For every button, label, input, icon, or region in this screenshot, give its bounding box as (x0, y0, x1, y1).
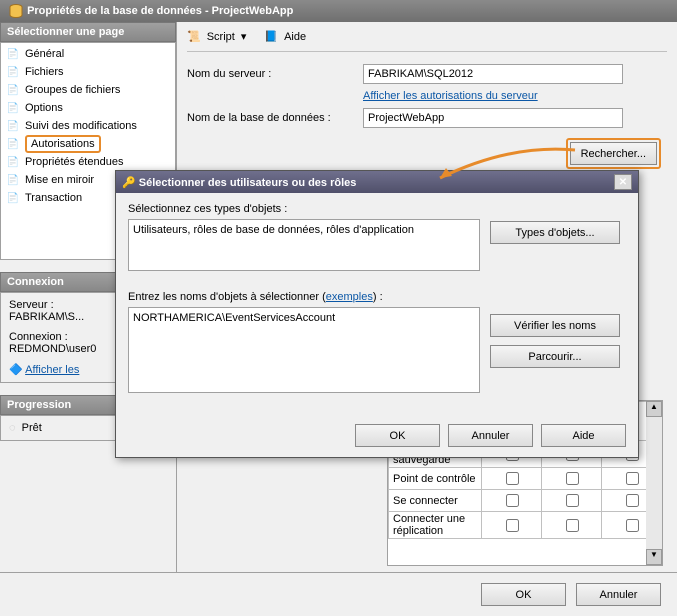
script-label[interactable]: Script (207, 31, 235, 43)
server-name-input[interactable] (363, 64, 623, 84)
scroll-down-icon[interactable]: ▼ (646, 549, 662, 565)
window-title: Propriétés de la base de données - Proje… (27, 5, 293, 17)
view-conn-props-link[interactable]: Afficher les (25, 364, 79, 376)
db-name-label: Nom de la base de données : (187, 112, 355, 124)
object-types-box: Utilisateurs, rôles de base de données, … (128, 219, 480, 271)
tree-item-proprietes[interactable]: 📄Propriétés étendues (1, 153, 175, 171)
perm-checkbox[interactable] (506, 472, 519, 485)
object-types-button[interactable]: Types d'objets... (490, 221, 620, 244)
search-button[interactable]: Rechercher... (570, 142, 657, 165)
page-icon: 📄 (5, 136, 21, 152)
help-label[interactable]: Aide (284, 31, 306, 43)
perm-checkbox[interactable] (506, 494, 519, 507)
select-page-header: Sélectionner une page (0, 22, 176, 42)
scrollbar[interactable]: ▲ ▼ (646, 401, 662, 565)
server-props-icon: 🔷 (9, 364, 23, 376)
page-icon: 📄 (5, 118, 21, 134)
tree-item-options[interactable]: 📄Options (1, 99, 175, 117)
page-icon: 📄 (5, 154, 21, 170)
page-icon: 📄 (5, 172, 21, 188)
examples-link[interactable]: exemples (326, 291, 373, 303)
table-row: Point de contrôle (389, 468, 662, 490)
page-icon: 📄 (5, 46, 21, 62)
object-types-label: Sélectionnez ces types d'objets : (128, 203, 480, 215)
dialog-ok-button[interactable]: OK (355, 424, 440, 447)
perm-checkbox[interactable] (626, 472, 639, 485)
dropdown-arrow-icon[interactable]: ▾ (241, 30, 247, 43)
tree-item-groupes[interactable]: 📄Groupes de fichiers (1, 81, 175, 99)
perm-checkbox[interactable] (626, 519, 639, 532)
object-names-input[interactable] (128, 307, 480, 393)
scroll-up-icon[interactable]: ▲ (646, 401, 662, 417)
perm-checkbox[interactable] (566, 494, 579, 507)
check-names-button[interactable]: Vérifier les noms (490, 314, 620, 337)
window-footer: OK Annuler (0, 572, 677, 616)
browse-button[interactable]: Parcourir... (490, 345, 620, 368)
db-name-input[interactable] (363, 108, 623, 128)
perm-checkbox[interactable] (626, 494, 639, 507)
page-icon: 📄 (5, 64, 21, 80)
select-users-dialog: 🔑 Sélectionner des utilisateurs ou des r… (115, 170, 639, 458)
names-label: Entrez les noms d'objets à sélectionner … (128, 291, 480, 303)
page-icon: 📄 (5, 190, 21, 206)
script-icon: 📜 (187, 30, 201, 43)
dialog-titlebar: 🔑 Sélectionner des utilisateurs ou des r… (116, 171, 638, 193)
perm-checkbox[interactable] (566, 519, 579, 532)
window-titlebar: Propriétés de la base de données - Proje… (0, 0, 677, 22)
tree-item-suivi[interactable]: 📄Suivi des modifications (1, 117, 175, 135)
cancel-button[interactable]: Annuler (576, 583, 661, 606)
dialog-help-button[interactable]: Aide (541, 424, 626, 447)
tree-item-fichiers[interactable]: 📄Fichiers (1, 63, 175, 81)
progress-spinner-icon: ◌ (9, 422, 16, 434)
server-name-label: Nom du serveur : (187, 68, 355, 80)
perm-checkbox[interactable] (566, 472, 579, 485)
ok-button[interactable]: OK (481, 583, 566, 606)
tree-item-general[interactable]: 📄Général (1, 45, 175, 63)
close-icon[interactable]: ✕ (614, 174, 632, 190)
table-row: Se connecter (389, 490, 662, 512)
key-icon: 🔑 (122, 177, 136, 189)
progress-status: Prêt (22, 422, 42, 434)
perm-checkbox[interactable] (506, 519, 519, 532)
view-server-perms-link[interactable]: Afficher les autorisations du serveur (363, 90, 538, 102)
page-icon: 📄 (5, 100, 21, 116)
dialog-cancel-button[interactable]: Annuler (448, 424, 533, 447)
help-icon: 📘 (264, 30, 278, 43)
tree-item-autorisations[interactable]: 📄Autorisations (1, 135, 175, 153)
table-row: Connecter une réplication (389, 512, 662, 539)
database-icon (8, 3, 24, 19)
page-icon: 📄 (5, 82, 21, 98)
